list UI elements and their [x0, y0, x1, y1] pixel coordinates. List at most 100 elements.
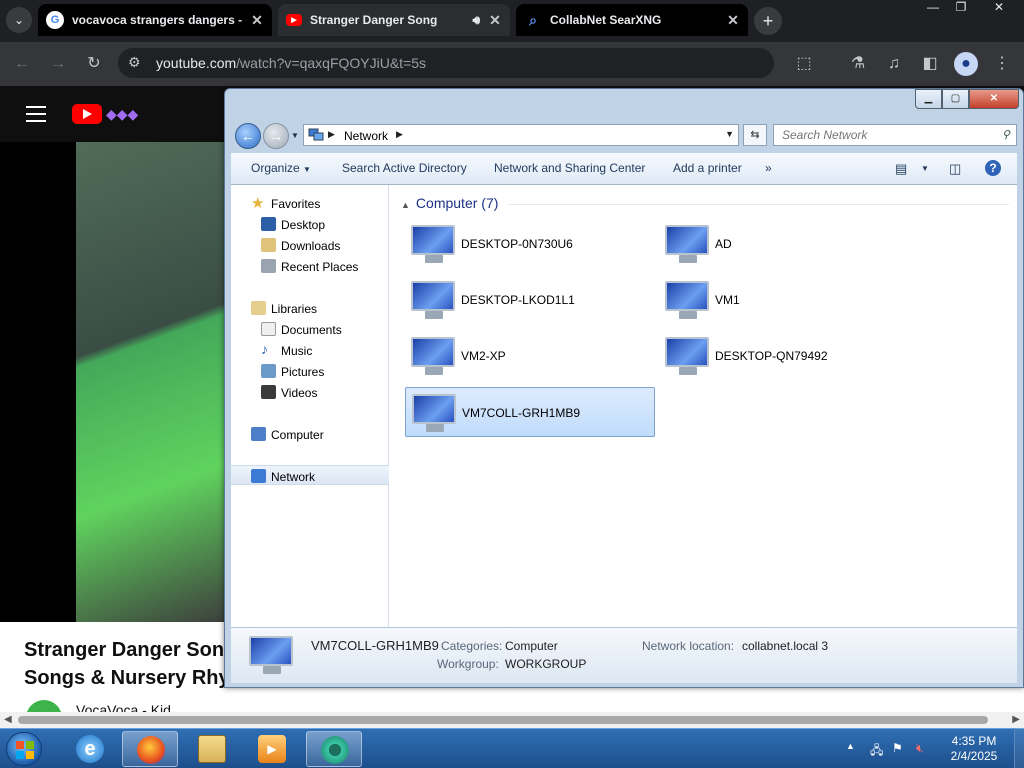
downloads-folder-icon [261, 238, 276, 252]
close-tab-icon[interactable]: ✕ [722, 12, 744, 29]
computer-icon [249, 636, 295, 676]
scroll-left-icon[interactable]: ◀ [4, 714, 12, 725]
navigation-bar: ← → ▼ ▶ Network ▶ ▼ ⇆ ⚲ [233, 121, 1017, 149]
nav-libraries[interactable]: Libraries [231, 298, 389, 318]
nav-favorites[interactable]: ★ Favorites [231, 193, 389, 213]
youtube-logo[interactable] [72, 104, 102, 124]
taskbar-media-player[interactable]: ▶ [244, 731, 300, 767]
chevron-down-icon: ⌄ [13, 13, 25, 27]
labs-flask-icon[interactable]: ⚗ [846, 52, 870, 76]
menu-kebab-icon[interactable]: ⋮ [990, 52, 1014, 76]
search-icon: ⌕ [529, 11, 537, 28]
nav-pictures[interactable]: Pictures [231, 361, 389, 381]
browser-restore-button[interactable]: ❐ [946, 0, 976, 18]
change-view-icon[interactable]: ▤ [895, 161, 907, 177]
view-dropdown-icon[interactable]: ▼ [921, 164, 929, 173]
taskbar-chrome-app[interactable] [306, 731, 362, 767]
search-input[interactable] [774, 125, 994, 145]
folder-icon [198, 735, 226, 763]
breadcrumb-arrow-icon[interactable]: ▶ [328, 129, 335, 140]
speaker-icon[interactable]: 🔊︎ [472, 13, 480, 28]
browser-close-button[interactable]: ✕ [984, 0, 1014, 18]
nav-music[interactable]: ♪ Music [231, 340, 389, 360]
group-header[interactable]: ▲ Computer (7) [401, 195, 498, 211]
browser-tab-google[interactable]: G vocavoca strangers dangers - G ✕ [38, 4, 272, 36]
tab-title: vocavoca strangers dangers - G [72, 13, 246, 27]
forward-button[interactable]: → [263, 123, 289, 149]
search-box[interactable]: ⚲ [773, 124, 1017, 146]
more-commands-button[interactable]: » [765, 161, 772, 175]
explorer-address-bar[interactable]: ▶ Network ▶ ▼ [303, 124, 739, 146]
browser-tab-youtube[interactable]: ▶ Stranger Danger Song 🔊︎ ✕ [278, 4, 510, 36]
help-icon[interactable]: ? [985, 160, 1001, 176]
organize-button[interactable]: Organize ▼ [251, 161, 311, 175]
action-center-flag-icon[interactable]: ⚑ [892, 741, 903, 755]
site-info-icon[interactable]: ⚙ [128, 54, 141, 71]
address-dropdown-icon[interactable]: ▼ [725, 129, 734, 139]
nav-computer[interactable]: Computer [231, 424, 389, 444]
horizontal-scrollbar[interactable]: ◀ ▶ [0, 712, 1024, 728]
system-clock[interactable]: 4:35 PM 2/4/2025 [940, 734, 1008, 764]
nav-recent-places[interactable]: Recent Places [231, 256, 389, 276]
add-printer-button[interactable]: Add a printer [673, 161, 742, 175]
taskbar-firefox[interactable] [122, 731, 178, 767]
taskbar-file-explorer[interactable] [184, 731, 240, 767]
media-control-icon[interactable]: ♫ [882, 52, 906, 76]
hamburger-menu-icon[interactable] [26, 106, 46, 127]
breadcrumb-network[interactable]: Network [344, 129, 388, 143]
computer-tile[interactable]: VM2-XP [405, 331, 655, 381]
network-location-label: Network location: [642, 639, 735, 653]
nav-desktop[interactable]: Desktop [231, 214, 389, 234]
close-tab-icon[interactable]: ✕ [484, 12, 506, 29]
volume-muted-icon[interactable]: 🔇︎ [916, 741, 924, 756]
search-active-directory-button[interactable]: Search Active Directory [342, 161, 467, 175]
search-icon[interactable]: ⚲ [1002, 128, 1010, 141]
browser-tab-searxng[interactable]: ⌕ CollabNet SearXNG ✕ [516, 4, 748, 36]
categories-value: Computer [505, 639, 558, 653]
minimize-button[interactable]: ▁ [915, 89, 942, 109]
reload-icon[interactable]: ↻ [82, 52, 106, 76]
network-icon [251, 469, 266, 483]
nav-documents[interactable]: Documents [231, 319, 389, 339]
breadcrumb-arrow-icon[interactable]: ▶ [396, 129, 403, 140]
profile-avatar-icon[interactable]: ● [954, 52, 978, 76]
side-panel-icon[interactable]: ◧ [918, 52, 942, 76]
pictures-icon [261, 364, 276, 378]
computer-tile[interactable]: DESKTOP-LKOD1L1 [405, 275, 655, 325]
computer-tile[interactable]: DESKTOP-0N730U6 [405, 219, 655, 269]
categories-label: Categories: [441, 639, 503, 653]
refresh-button[interactable]: ⇆ [743, 124, 767, 146]
computer-tile[interactable]: VM1 [659, 275, 909, 325]
start-button[interactable] [6, 732, 42, 766]
tab-search-button[interactable]: ⌄ [6, 7, 32, 33]
back-arrow-icon[interactable]: ← [10, 52, 34, 76]
nav-downloads[interactable]: Downloads [231, 235, 389, 255]
new-tab-button[interactable]: + [754, 7, 782, 35]
show-hidden-icons-icon[interactable]: ▲ [846, 741, 855, 751]
nav-videos[interactable]: Videos [231, 382, 389, 402]
close-tab-icon[interactable]: ✕ [246, 12, 268, 29]
forward-arrow-icon[interactable]: → [46, 52, 70, 76]
computer-tile[interactable]: AD [659, 219, 909, 269]
computer-tile[interactable]: DESKTOP-QN79492 [659, 331, 909, 381]
scroll-right-icon[interactable]: ▶ [1012, 714, 1020, 725]
back-button[interactable]: ← [235, 123, 261, 149]
close-button[interactable]: ✕ [969, 89, 1019, 109]
collapse-triangle-icon[interactable]: ▲ [401, 200, 410, 210]
computer-icon [412, 394, 458, 434]
extensions-puzzle-icon[interactable]: ⬚ [792, 52, 816, 76]
taskbar-internet-explorer[interactable]: e [62, 731, 118, 767]
recent-pages-dropdown-icon[interactable]: ▼ [291, 131, 299, 140]
preview-pane-icon[interactable]: ◫ [949, 161, 961, 177]
nav-network[interactable]: Network [231, 465, 389, 485]
browser-minimize-button[interactable]: — [918, 0, 948, 18]
window-controls: ▁ ▢ ✕ [915, 89, 1021, 109]
back-arrow-icon: ← [241, 128, 255, 144]
computer-tile-selected[interactable]: VM7COLL-GRH1MB9 [405, 387, 655, 437]
maximize-button[interactable]: ▢ [942, 89, 969, 109]
scrollbar-thumb[interactable] [18, 716, 988, 724]
address-bar[interactable]: ⚙ youtube.com/watch?v=qaxqFQOYJiU&t=5s [118, 48, 774, 78]
network-sharing-center-button[interactable]: Network and Sharing Center [494, 161, 645, 175]
network-tray-icon[interactable]: 🖧︎ [870, 741, 883, 762]
show-desktop-button[interactable] [1014, 728, 1024, 768]
